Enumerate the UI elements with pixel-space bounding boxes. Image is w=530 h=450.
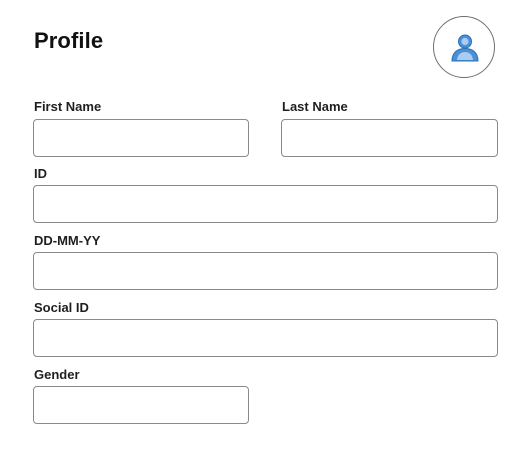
first-name-label: First Name	[34, 99, 102, 114]
gender-label: Gender	[34, 367, 80, 382]
id-input[interactable]	[33, 185, 498, 223]
last-name-label: Last Name	[282, 99, 348, 114]
date-of-birth-input[interactable]	[33, 252, 498, 290]
id-label: ID	[34, 166, 47, 181]
date-of-birth-label: DD-MM-YY	[34, 233, 101, 248]
gender-input[interactable]	[33, 386, 249, 424]
social-id-input[interactable]	[33, 319, 498, 357]
page-title: Profile	[34, 28, 104, 53]
profile-avatar-button[interactable]	[433, 16, 495, 78]
social-id-label: Social ID	[34, 300, 89, 315]
first-name-input[interactable]	[33, 119, 249, 157]
last-name-input[interactable]	[281, 119, 498, 157]
user-avatar-icon	[451, 34, 479, 62]
